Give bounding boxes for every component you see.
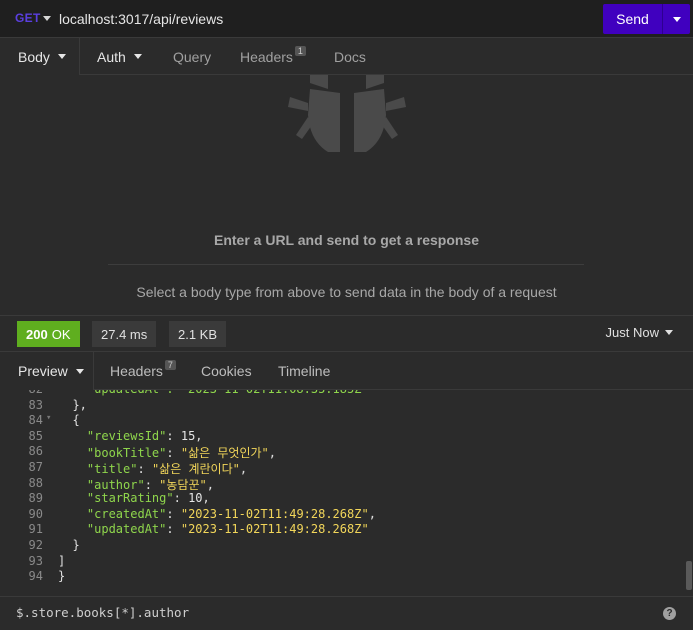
json-key: "createdAt"	[86, 506, 167, 521]
code-line: 85 "reviewsId": 15,	[0, 429, 680, 445]
code-text: {	[58, 413, 80, 428]
json-value: 10	[188, 491, 203, 506]
code-text: "updatedAt": "2023-11-02T11:49:28.268Z"	[86, 522, 369, 537]
code-line: 89 "starRating": 10,	[0, 491, 680, 507]
chevron-down-icon[interactable]	[43, 16, 51, 21]
tab-body-label: Body	[18, 48, 50, 65]
json-value: "삶은 계란이다"	[151, 462, 240, 476]
chevron-down-icon	[672, 16, 681, 22]
code-text: }	[58, 538, 80, 552]
json-key: "title"	[86, 462, 138, 476]
history-label: Just Now	[605, 325, 659, 340]
tab-preview[interactable]: Preview	[0, 352, 94, 390]
send-options-button[interactable]	[662, 4, 690, 34]
line-number: 85	[28, 428, 43, 443]
tab-response-headers[interactable]: Headers 7	[110, 352, 176, 389]
line-number: 90	[28, 506, 43, 521]
code-line: 84 ▾ {	[0, 413, 680, 429]
method-selector[interactable]: GET	[15, 11, 41, 25]
send-button[interactable]: Send	[603, 4, 662, 34]
response-status-bar: 200 OK 27.4 ms 2.1 KB Just Now	[0, 315, 693, 352]
response-time: 27.4 ms	[92, 321, 157, 347]
code-text: }	[58, 569, 66, 584]
response-filter-input[interactable]	[16, 605, 616, 620]
tab-query[interactable]: Query	[173, 38, 211, 75]
code-text: "createdAt": "2023-11-02T11:49:28.268Z",	[86, 506, 376, 521]
response-tab-strip: Headers 7 Cookies Timeline	[94, 352, 693, 390]
code-line: 86 "bookTitle": "삶은 무엇인가",	[0, 444, 680, 460]
response-size: 2.1 KB	[169, 321, 227, 347]
response-headers-count-badge: 7	[164, 359, 176, 370]
empty-state-subtitle: Select a body type from above to send da…	[136, 284, 557, 300]
code-text: "title": "삶은 계란이다",	[86, 462, 248, 476]
code-text: "bookTitle": "삶은 무엇인가",	[86, 446, 276, 461]
tab-response-headers-label: Headers	[110, 362, 163, 379]
line-number: 94	[28, 569, 43, 584]
status-badge: 200 OK	[17, 321, 80, 347]
json-key: "bookTitle"	[86, 446, 167, 461]
code-line: 92 }	[0, 538, 680, 554]
tab-preview-label: Preview	[18, 363, 68, 379]
json-key: "updatedAt"	[86, 522, 167, 537]
chevron-down-icon	[75, 368, 84, 374]
status-text: OK	[51, 326, 71, 342]
code-line: 87 "title": "삶은 계란이다",	[0, 460, 680, 476]
divider	[108, 264, 584, 265]
tab-auth[interactable]: Auth	[97, 38, 142, 75]
line-number: 84	[28, 413, 43, 428]
response-preview[interactable]: 82 "updatedAt": "2023-11-02T11:08:35.185…	[0, 380, 685, 595]
code-line: 88 "author": "농담꾼",	[0, 476, 680, 492]
tab-headers[interactable]: Headers 1	[240, 38, 306, 75]
tab-headers-label: Headers	[240, 48, 293, 65]
json-value: "2023-11-02T11:49:28.268Z"	[180, 522, 369, 537]
tab-auth-label: Auth	[97, 48, 126, 65]
code-line: 93]	[0, 554, 680, 570]
code-text: "reviewsId": 15,	[86, 428, 203, 443]
help-icon[interactable]: ?	[663, 607, 676, 620]
headers-count-badge: 1	[294, 45, 306, 56]
code-text: "starRating": 10,	[86, 491, 210, 506]
line-number: 86	[28, 444, 43, 459]
code-text: ]	[58, 553, 66, 568]
status-code: 200	[26, 326, 48, 342]
json-value: 15	[180, 428, 196, 443]
chevron-down-icon	[57, 54, 66, 59]
code-line: 90 "createdAt": "2023-11-02T11:49:28.268…	[0, 507, 680, 523]
json-key: "starRating"	[86, 491, 174, 506]
url-bar: GET localhost:3017/api/reviews Send	[0, 0, 693, 38]
tab-timeline[interactable]: Timeline	[278, 352, 330, 389]
line-number: 89	[28, 491, 43, 506]
line-number: 83	[28, 397, 43, 412]
bug-icon	[288, 75, 406, 152]
code-line: 94}	[0, 569, 680, 585]
scrollbar[interactable]	[686, 561, 692, 590]
history-dropdown[interactable]: Just Now	[606, 325, 673, 340]
chevron-down-icon	[665, 330, 673, 335]
code-line: 91 "updatedAt": "2023-11-02T11:49:28.268…	[0, 522, 680, 538]
url-input[interactable]: localhost:3017/api/reviews	[59, 11, 223, 27]
filter-bar: ?	[0, 596, 693, 630]
tab-body[interactable]: Body	[0, 38, 80, 76]
chevron-down-icon	[133, 54, 142, 59]
json-value: "삶은 무엇인가"	[180, 446, 269, 461]
code-text: "author": "농담꾼",	[86, 477, 214, 492]
line-number: 88	[28, 475, 43, 490]
line-number: 87	[28, 460, 43, 474]
line-number: 92	[28, 538, 43, 552]
tab-cookies[interactable]: Cookies	[201, 352, 252, 389]
json-value: "2023-11-02T11:49:28.268Z"	[180, 506, 369, 521]
empty-state-title: Enter a URL and send to get a response	[213, 232, 480, 248]
tab-docs[interactable]: Docs	[334, 38, 366, 75]
request-tabs: Body Auth Query Headers 1 Docs	[0, 38, 693, 76]
code-text: },	[58, 397, 87, 412]
line-number: 91	[28, 522, 43, 537]
json-key: "reviewsId"	[86, 428, 167, 443]
json-value: "농담꾼"	[159, 477, 207, 492]
request-body-panel: Enter a URL and send to get a response S…	[0, 75, 693, 315]
json-key: "author"	[86, 477, 145, 492]
line-number: 93	[28, 553, 43, 568]
fold-chevron-icon[interactable]: ▾	[46, 413, 51, 423]
code-line: 83 },	[0, 398, 680, 414]
